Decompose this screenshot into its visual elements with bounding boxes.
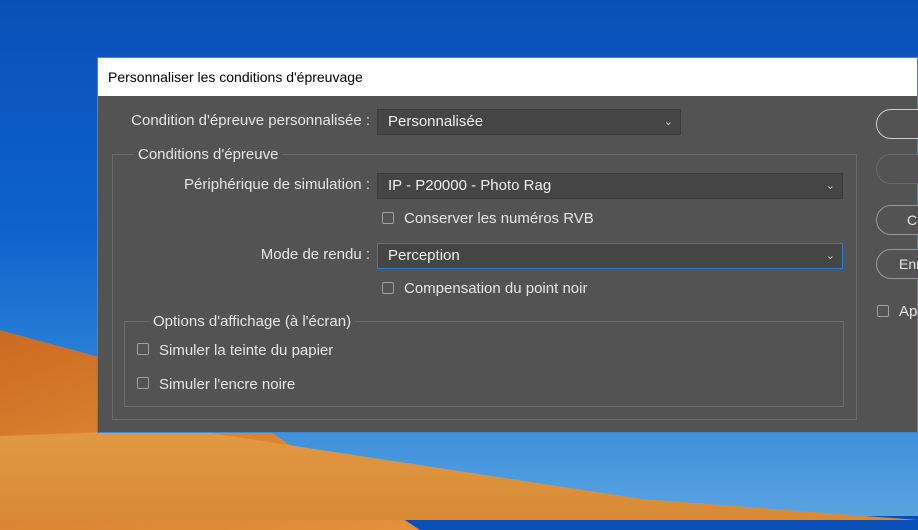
chevron-down-icon: ⌄ — [825, 180, 835, 192]
custom-proof-select[interactable]: Personnalisée ⌄ — [377, 109, 681, 135]
load-button[interactable]: C — [876, 205, 918, 235]
simulation-device-value: IP - P20000 - Photo Rag — [388, 177, 552, 194]
ok-button[interactable] — [876, 109, 918, 139]
save-button[interactable]: Enr — [876, 249, 918, 279]
dialog-title: Personnaliser les conditions d'épreuvage — [98, 58, 917, 96]
rendering-intent-label: Mode de rendu : — [260, 246, 370, 263]
black-point-compensation-label: Compensation du point noir — [404, 280, 588, 297]
rendering-intent-value: Perception — [388, 247, 460, 264]
preview-label: Ap — [899, 303, 918, 320]
simulate-black-ink-checkbox[interactable] — [137, 377, 149, 389]
simulate-black-ink-label: Simuler l'encre noire — [159, 376, 296, 393]
chevron-down-icon: ⌄ — [663, 116, 673, 128]
display-options-legend: Options d'affichage (à l'écran) — [149, 313, 356, 330]
simulation-device-select[interactable]: IP - P20000 - Photo Rag ⌄ — [377, 173, 843, 199]
chevron-down-icon: ⌄ — [825, 250, 835, 262]
simulate-paper-color-label: Simuler la teinte du papier — [159, 342, 334, 359]
load-button-label: C — [907, 212, 918, 228]
preview-checkbox[interactable] — [877, 305, 889, 317]
proof-setup-dialog: Personnaliser les conditions d'épreuvage… — [97, 57, 918, 433]
save-button-label: Enr — [899, 256, 918, 272]
custom-proof-label: Condition d'épreuve personnalisée : — [131, 112, 370, 129]
simulate-paper-color-checkbox[interactable] — [137, 343, 149, 355]
custom-proof-value: Personnalisée — [388, 113, 484, 130]
display-options-group — [124, 321, 844, 407]
keep-rgb-checkbox[interactable] — [382, 212, 394, 224]
cancel-button[interactable] — [876, 154, 918, 184]
rendering-intent-select[interactable]: Perception ⌄ — [377, 243, 843, 269]
keep-rgb-label: Conserver les numéros RVB — [404, 210, 594, 227]
simulation-device-label: Périphérique de simulation : — [184, 176, 370, 193]
black-point-compensation-checkbox[interactable] — [382, 282, 394, 294]
proof-conditions-legend: Conditions d'épreuve — [134, 146, 283, 163]
